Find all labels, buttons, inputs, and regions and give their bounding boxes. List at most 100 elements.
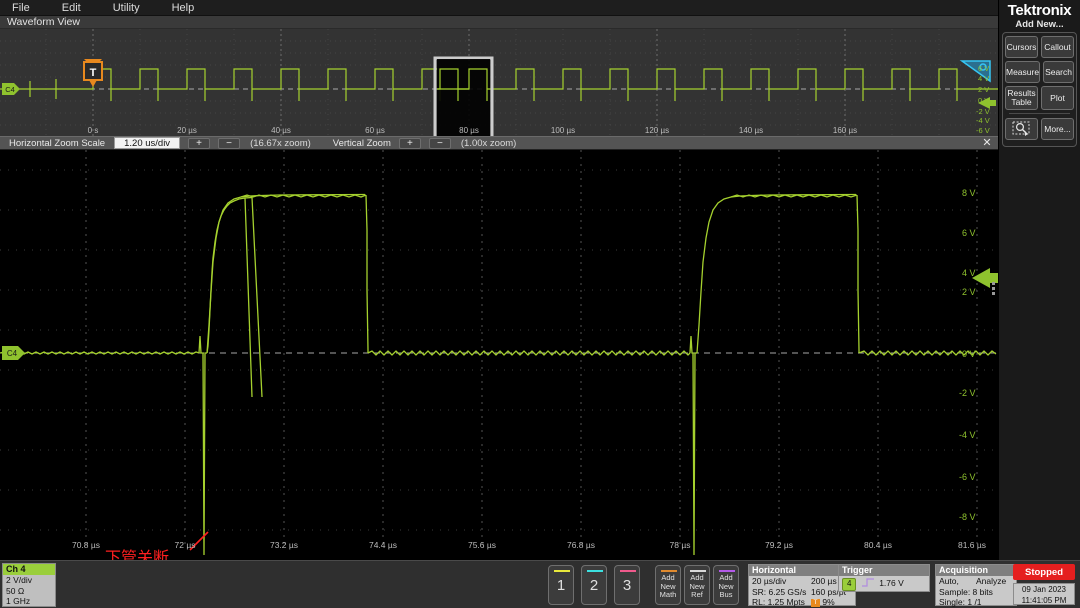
ref-color-bar <box>690 570 706 572</box>
trigger-panel-title: Trigger <box>839 565 929 576</box>
svg-text:4 V: 4 V <box>962 268 976 278</box>
add-new-math-button[interactable]: Add New Math <box>655 565 681 605</box>
channel-4-name: Ch 4 <box>3 564 55 575</box>
svg-text:76.8 µs: 76.8 µs <box>567 540 595 550</box>
channel-2-button[interactable]: 2 <box>581 565 607 605</box>
svg-text:C4: C4 <box>5 85 15 94</box>
svg-text:70.8 µs: 70.8 µs <box>72 540 100 550</box>
svg-text:6 V: 6 V <box>978 64 989 73</box>
svg-text:80 µs: 80 µs <box>459 126 479 135</box>
svg-text:6 V: 6 V <box>962 228 976 238</box>
svg-text:160 µs: 160 µs <box>833 126 857 135</box>
svg-text:-6 V: -6 V <box>976 126 990 135</box>
svg-text:81.6 µs: 81.6 µs <box>958 540 986 550</box>
acquisition-panel[interactable]: Acquisition Auto, Analyze Sample: 8 bits… <box>935 564 1017 606</box>
overview-volt-labels: 6 V 4 V 2 V 0 V -2 V -4 V -6 V -8 V <box>976 64 990 136</box>
add-new-label: Add New... <box>999 19 1080 30</box>
svg-text:0 V: 0 V <box>962 349 976 359</box>
vertical-zoom-decrease-button[interactable]: − <box>429 138 451 149</box>
search-button[interactable]: Search <box>1043 61 1074 83</box>
cursors-button[interactable]: Cursors <box>1005 36 1038 58</box>
tektronix-logo: Tektronix <box>999 2 1080 19</box>
zoom-control-bar: Horizontal Zoom Scale 1.20 us/div + − (1… <box>0 136 998 150</box>
svg-text:78 µs: 78 µs <box>670 540 691 550</box>
svg-text:20 µs: 20 µs <box>177 126 197 135</box>
channel-4-badge[interactable]: Ch 4 2 V/div 50 Ω 1 GHz <box>2 563 56 607</box>
run-stop-status-button[interactable]: Stopped <box>1013 564 1075 580</box>
channel-1-button[interactable]: 1 <box>548 565 574 605</box>
menu-item-utility[interactable]: Utility <box>113 2 140 14</box>
svg-text:40 µs: 40 µs <box>271 126 291 135</box>
plot-button[interactable]: Plot <box>1041 86 1074 110</box>
close-icon[interactable]: ✕ <box>980 137 994 150</box>
acquisition-analyze: Analyze <box>976 576 1006 587</box>
svg-text:-8 V: -8 V <box>959 512 976 522</box>
channel-1-label: 1 <box>557 577 565 594</box>
svg-text:T: T <box>90 67 97 79</box>
menu-item-edit[interactable]: Edit <box>62 2 81 14</box>
add-new-math-label: Add New Math <box>656 574 680 600</box>
svg-text:75.6 µs: 75.6 µs <box>468 540 496 550</box>
svg-text:140 µs: 140 µs <box>739 126 763 135</box>
add-new-bus-button[interactable]: Add New Bus <box>713 565 739 605</box>
zoom-box <box>435 58 492 136</box>
svg-text:2 V: 2 V <box>962 287 976 297</box>
trigger-panel[interactable]: Trigger 4 1.76 V <box>838 564 930 592</box>
svg-text:-2 V: -2 V <box>959 388 976 398</box>
horizontal-position-value: 9% <box>822 597 834 607</box>
horizontal-record-length: RL: 1.25 Mpts <box>752 597 805 607</box>
acquisition-mode: Auto, <box>939 576 959 586</box>
channel-3-label: 3 <box>623 577 631 594</box>
math-color-bar <box>661 570 677 572</box>
channel-4-vdiv: 2 V/div <box>3 575 55 586</box>
vertical-zoom-factor: (1.00x zoom) <box>461 138 516 149</box>
svg-text:-2 V: -2 V <box>976 107 990 116</box>
vertical-zoom-increase-button[interactable]: + <box>399 138 421 149</box>
results-table-button[interactable]: Results Table <box>1005 86 1038 110</box>
plot-options-kebab-icon[interactable] <box>992 282 996 294</box>
menu-item-file[interactable]: File <box>12 2 30 14</box>
overview-pane[interactable]: T C4 6 V 4 V 2 V 0 V -2 V -4 V -6 V -8 V <box>0 29 998 136</box>
svg-text:C4: C4 <box>7 349 18 358</box>
svg-text:72 µs: 72 µs <box>175 540 196 550</box>
vertical-zoom-label: Vertical Zoom <box>333 138 391 149</box>
bus-color-bar <box>719 570 735 572</box>
trigger-level: 1.76 V <box>879 578 904 588</box>
trigger-source-badge[interactable]: 4 <box>842 578 856 591</box>
acquisition-single: Single: 1 /1 <box>936 597 1016 608</box>
channel-3-button[interactable]: 3 <box>614 565 640 605</box>
horizontal-sample-rate: SR: 6.25 GS/s <box>752 587 806 597</box>
date-text: 09 Jan 2023 <box>1014 585 1074 596</box>
measure-button[interactable]: Measure <box>1005 61 1040 83</box>
svg-text:60 µs: 60 µs <box>365 126 385 135</box>
more-button[interactable]: More... <box>1041 118 1074 140</box>
overview-plot[interactable]: T C4 6 V 4 V 2 V 0 V -2 V -4 V -6 V -8 V <box>0 29 998 136</box>
add-new-panel: Cursors Callout Measure Search Results T… <box>1002 32 1077 147</box>
menu-item-help[interactable]: Help <box>172 2 195 14</box>
channel-4-bandwidth: 1 GHz <box>3 596 55 607</box>
channel-3-color-bar <box>620 570 636 572</box>
bottom-status-bar: Ch 4 2 V/div 50 Ω 1 GHz 1 2 3 Add New Ma… <box>0 560 1080 608</box>
svg-text:0 s: 0 s <box>88 126 99 135</box>
right-sidebar: Tektronix Add New... Cursors Callout Mea… <box>998 0 1080 560</box>
acquisition-sample: Sample: 8 bits <box>936 587 1016 598</box>
horizontal-zoom-factor: (16.67x zoom) <box>250 138 311 149</box>
svg-text:73.2 µs: 73.2 µs <box>270 540 298 550</box>
add-new-ref-button[interactable]: Add New Ref <box>684 565 710 605</box>
acquisition-panel-title: Acquisition <box>936 565 1016 576</box>
svg-text:79.2 µs: 79.2 µs <box>765 540 793 550</box>
horizontal-zoom-scale-value[interactable]: 1.20 us/div <box>114 137 180 149</box>
time-text: 11:41:05 PM <box>1014 596 1074 607</box>
main-plot-svg[interactable]: C4 8 V 6 V 4 V 2 V 0 V -2 V -4 V -6 V -8… <box>0 150 998 560</box>
channel-4-impedance: 50 Ω <box>3 586 55 597</box>
rising-edge-icon <box>861 578 875 587</box>
main-waveform-plot[interactable]: C4 8 V 6 V 4 V 2 V 0 V -2 V -4 V -6 V -8… <box>0 150 998 560</box>
horizontal-zoom-decrease-button[interactable]: − <box>218 138 240 149</box>
horizontal-zoom-increase-button[interactable]: + <box>188 138 210 149</box>
svg-text:120 µs: 120 µs <box>645 126 669 135</box>
callout-button[interactable]: Callout <box>1041 36 1074 58</box>
zoom-area-icon[interactable] <box>1005 118 1038 140</box>
menu-bar: File Edit Utility Help <box>0 0 998 16</box>
horizontal-scale: 20 µs/div <box>752 576 786 586</box>
date-time-display: 09 Jan 2023 11:41:05 PM <box>1013 583 1075 605</box>
